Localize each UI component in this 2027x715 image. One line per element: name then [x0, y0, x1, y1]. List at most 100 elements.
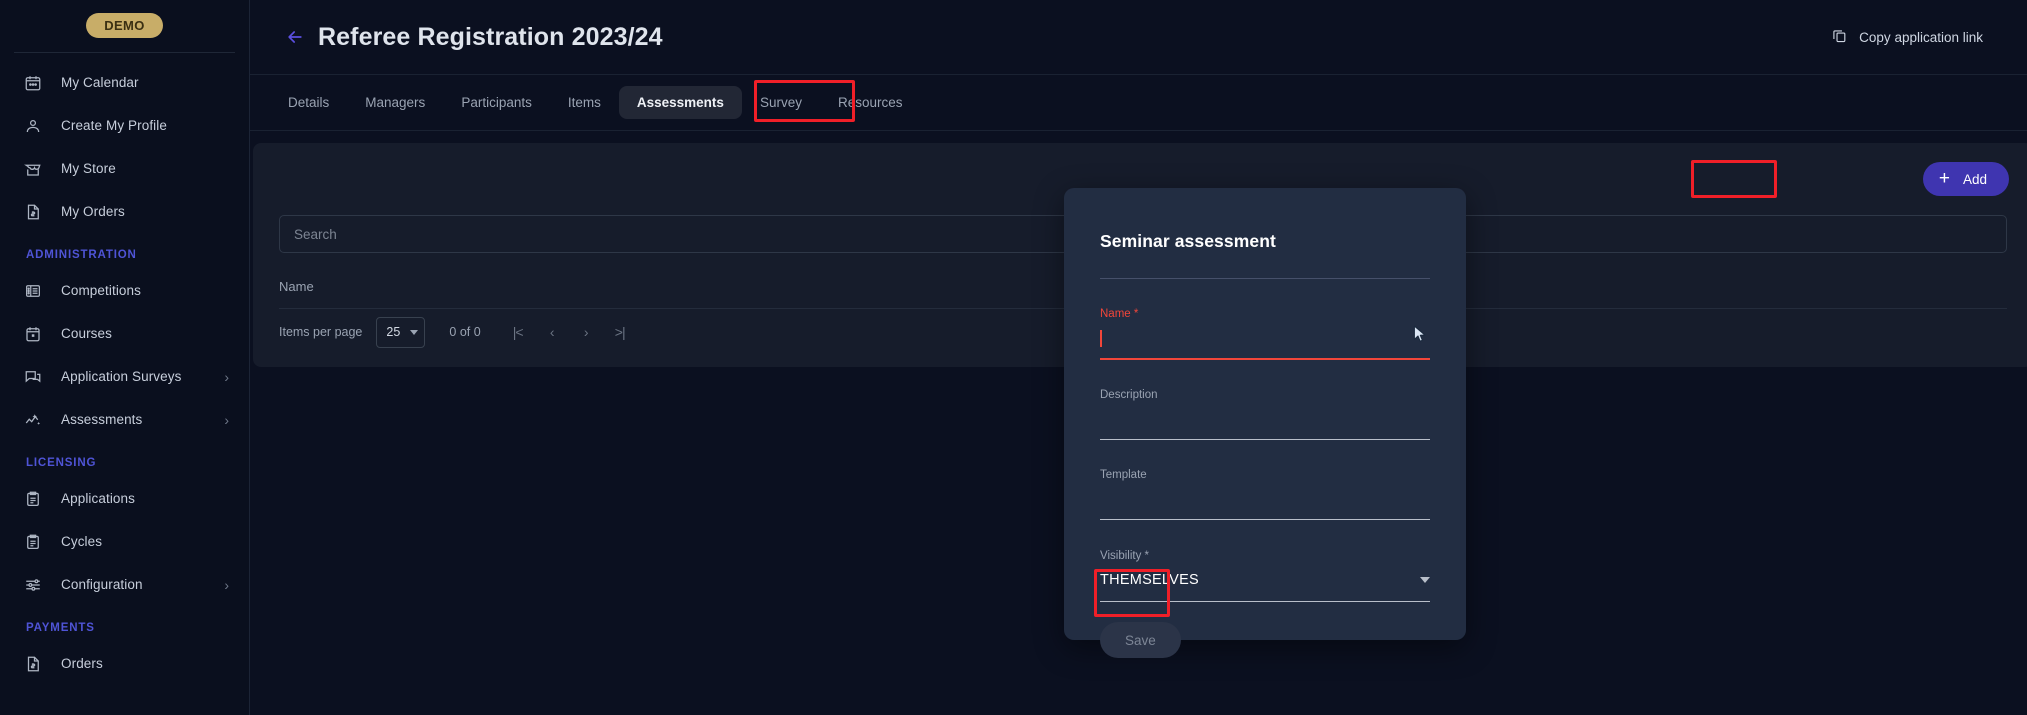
description-field-group: Description: [1100, 389, 1430, 440]
chevron-down-icon: [1420, 577, 1430, 583]
sidebar-item-create-my-profile[interactable]: Create My Profile: [0, 104, 249, 147]
description-input[interactable]: [1100, 408, 1430, 429]
person-icon: [22, 115, 44, 137]
sidebar-item-orders[interactable]: Orders: [0, 642, 249, 685]
sidebar-section-payments: PAYMENTS: [0, 606, 249, 642]
sidebar-item-courses[interactable]: Courses: [0, 312, 249, 355]
copy-application-link-label: Copy application link: [1859, 30, 1983, 45]
dialog-body: Name * Description Template: [1064, 308, 1466, 602]
description-field-underline: [1100, 439, 1430, 440]
items-per-page-label: Items per page: [279, 325, 362, 339]
template-field-label: Template: [1100, 469, 1430, 481]
seminar-assessment-dialog: Seminar assessment Name * Description: [1064, 188, 1466, 640]
sidebar-item-applications[interactable]: Applications: [0, 477, 249, 520]
store-icon: [22, 158, 44, 180]
name-input[interactable]: [1100, 327, 1430, 348]
tab-survey[interactable]: Survey: [742, 86, 820, 119]
main-content: Referee Registration 2023/24 Copy applic…: [250, 0, 2027, 715]
dialog-actions: Save: [1064, 602, 1466, 658]
add-button-label: Add: [1963, 172, 1987, 187]
list-icon: [22, 280, 44, 302]
clipboard-icon: [22, 531, 44, 553]
sidebar-item-label: Configuration: [61, 577, 143, 592]
sidebar-section-licensing: LICENSING: [0, 441, 249, 477]
sidebar-item-my-store[interactable]: My Store: [0, 147, 249, 190]
last-page-button[interactable]: >|: [607, 319, 633, 345]
app-root: DEMO My Calendar Create My Profile: [0, 0, 2027, 715]
demo-badge: DEMO: [86, 13, 163, 38]
sidebar-item-label: My Store: [61, 161, 116, 176]
invoice-icon: [22, 653, 44, 675]
tab-details[interactable]: Details: [270, 86, 347, 119]
page-range-label: 0 of 0: [449, 325, 480, 339]
template-field-underline: [1100, 519, 1430, 520]
items-per-page-value: 25: [386, 325, 400, 339]
items-per-page-select[interactable]: 25: [376, 317, 425, 348]
sliders-icon: [22, 574, 44, 596]
sidebar-item-label: Application Surveys: [61, 369, 181, 384]
sidebar-item-label: Orders: [61, 656, 103, 671]
invoice-icon: [22, 201, 44, 223]
copy-icon: [1831, 27, 1848, 47]
visibility-field-underline: [1100, 601, 1430, 602]
name-field-label: Name *: [1100, 308, 1430, 320]
page-title: Referee Registration 2023/24: [318, 23, 663, 52]
sidebar-item-my-orders[interactable]: My Orders: [0, 190, 249, 233]
page-header: Referee Registration 2023/24 Copy applic…: [250, 0, 2027, 75]
sidebar-item-cycles[interactable]: Cycles: [0, 520, 249, 563]
sidebar-item-my-calendar[interactable]: My Calendar: [0, 61, 249, 104]
name-field-group: Name *: [1100, 308, 1430, 360]
pagination-buttons: |< ‹ › >|: [505, 319, 633, 345]
plus-icon: +: [1939, 169, 1950, 188]
sidebar-item-label: Cycles: [61, 534, 102, 549]
arrow-left-icon[interactable]: [282, 24, 308, 50]
sidebar-item-assessments[interactable]: Assessments ›: [0, 398, 249, 441]
visibility-select[interactable]: THEMSELVES: [1100, 569, 1430, 591]
chevron-right-icon: ›: [224, 370, 229, 384]
tab-participants[interactable]: Participants: [443, 86, 550, 119]
chevron-right-icon: ›: [224, 413, 229, 427]
dialog-title: Seminar assessment: [1064, 188, 1466, 252]
tab-resources[interactable]: Resources: [820, 86, 921, 119]
first-page-button[interactable]: |<: [505, 319, 531, 345]
demo-badge-wrap: DEMO: [0, 0, 249, 44]
sidebar-item-label: Competitions: [61, 283, 141, 298]
sidebar-item-label: My Orders: [61, 204, 125, 219]
sidebar-item-label: Assessments: [61, 412, 142, 427]
text-caret: [1100, 330, 1102, 347]
dialog-divider: [1100, 278, 1430, 279]
sidebar-nav: My Calendar Create My Profile My Store M…: [0, 53, 249, 685]
trend-icon: [22, 409, 44, 431]
chat-icon: [22, 366, 44, 388]
sidebar: DEMO My Calendar Create My Profile: [0, 0, 250, 715]
tab-items[interactable]: Items: [550, 86, 619, 119]
tab-bar: Details Managers Participants Items Asse…: [250, 75, 2027, 131]
clipboard-icon: [22, 488, 44, 510]
visibility-selected-value: THEMSELVES: [1100, 572, 1199, 588]
template-field-group: Template: [1100, 469, 1430, 520]
name-field-underline: [1100, 358, 1430, 360]
next-page-button[interactable]: ›: [573, 319, 599, 345]
visibility-field-label: Visibility *: [1100, 550, 1430, 562]
copy-application-link-button[interactable]: Copy application link: [1831, 27, 2003, 47]
sidebar-item-competitions[interactable]: Competitions: [0, 269, 249, 312]
description-field-label: Description: [1100, 389, 1430, 401]
sidebar-section-administration: ADMINISTRATION: [0, 233, 249, 269]
template-input[interactable]: [1100, 488, 1430, 509]
tab-assessments[interactable]: Assessments: [619, 86, 742, 119]
column-header-name: Name: [279, 279, 314, 294]
tab-managers[interactable]: Managers: [347, 86, 443, 119]
calendar-icon: [22, 72, 44, 94]
sidebar-item-label: My Calendar: [61, 75, 139, 90]
previous-page-button[interactable]: ‹: [539, 319, 565, 345]
sidebar-item-application-surveys[interactable]: Application Surveys ›: [0, 355, 249, 398]
sidebar-item-label: Applications: [61, 491, 135, 506]
add-button[interactable]: + Add: [1923, 162, 2009, 196]
sidebar-item-label: Create My Profile: [61, 118, 167, 133]
save-button[interactable]: Save: [1100, 622, 1181, 658]
visibility-field-group: Visibility * THEMSELVES: [1100, 550, 1430, 602]
sidebar-item-configuration[interactable]: Configuration ›: [0, 563, 249, 606]
sidebar-item-label: Courses: [61, 326, 112, 341]
calendar-dot-icon: [22, 323, 44, 345]
chevron-down-icon: [410, 330, 418, 335]
